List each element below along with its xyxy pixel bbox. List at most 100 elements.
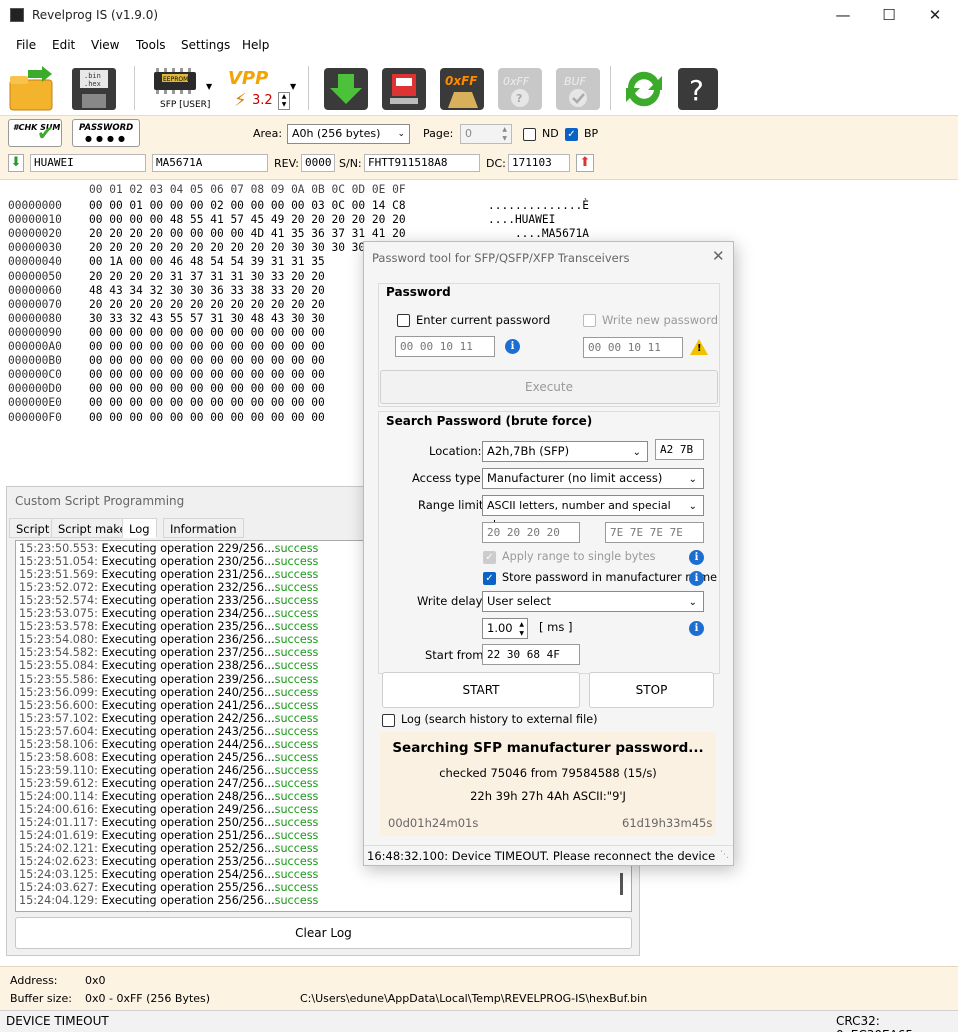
rev-field[interactable]: 0000 [301, 154, 335, 172]
hex-bytes[interactable]: 00 00 00 00 00 00 00 00 00 00 00 00 [89, 354, 325, 367]
menu-settings[interactable]: Settings [174, 35, 237, 52]
program-button[interactable] [380, 66, 428, 112]
stop-button[interactable]: STOP [589, 672, 714, 708]
log-status: success [274, 594, 319, 608]
hex-ascii[interactable]: ....HUAWEI [488, 213, 555, 226]
part-number-field[interactable]: MA5671A [152, 154, 268, 172]
menu-view[interactable]: View [84, 35, 126, 52]
enter-current-password-checkbox[interactable] [397, 314, 410, 327]
start-from-field[interactable]: 22 30 68 4F [482, 644, 580, 665]
hex-bytes[interactable]: 48 43 34 32 30 30 36 33 38 33 20 20 [89, 284, 325, 297]
log-history-checkbox[interactable] [382, 714, 395, 727]
delay-ms-spinner[interactable]: 1.00 ▲ ▼ [482, 618, 528, 639]
upload-arrow-icon[interactable]: ⬆ [576, 154, 594, 172]
hex-bytes[interactable]: 00 00 00 00 00 00 00 00 00 00 00 00 [89, 368, 325, 381]
execute-button[interactable]: Execute [380, 370, 718, 404]
area-select[interactable]: A0h (256 bytes) ⌄ [287, 124, 410, 144]
info-icon[interactable]: i [689, 571, 704, 586]
hex-bytes[interactable]: 00 00 00 00 00 00 00 00 00 00 00 00 [89, 411, 325, 424]
hex-ascii[interactable]: ....MA5671A [488, 227, 589, 240]
log-message: Executing operation 251/256... [97, 829, 275, 843]
log-timestamp: 15:23:57.102: [19, 711, 98, 725]
hex-bytes[interactable]: 00 00 00 00 00 00 00 00 00 00 00 00 [89, 396, 325, 409]
hex-bytes[interactable]: 30 33 32 43 55 57 31 30 48 43 30 30 [89, 312, 325, 325]
range-from-field[interactable]: 20 20 20 20 [482, 522, 580, 543]
checked-progress-text: checked 75046 from 79584588 (15/s) [439, 766, 657, 780]
location-hex-field[interactable]: A2 7B [655, 439, 704, 460]
download-arrow-icon[interactable]: ⬇ [8, 154, 24, 172]
chip-select-button[interactable]: EEPROM SFP [USER] ▼ [148, 66, 214, 112]
log-scrollbar[interactable] [620, 873, 623, 895]
svg-text:0xFF: 0xFF [503, 75, 530, 88]
range-to-field[interactable]: 7E 7E 7E 7E [605, 522, 704, 543]
date-code-field[interactable]: 171103 [508, 154, 570, 172]
blank-check-button[interactable]: 0xFF ? [496, 66, 544, 112]
access-type-select[interactable]: Manufacturer (no limit access) ⌄ [482, 468, 704, 489]
menu-tools[interactable]: Tools [129, 35, 173, 52]
hex-address: 00000020 [8, 227, 62, 241]
new-password-input[interactable]: 00 00 10 11 [583, 337, 683, 358]
sn-label: S/N: [339, 157, 362, 170]
checksum-button[interactable]: #CHK SUM ✔ [8, 119, 62, 147]
vpp-spinner[interactable]: ▲ ▼ [278, 92, 290, 110]
current-password-input[interactable]: 00 00 10 11 [395, 336, 495, 357]
page-spinner[interactable]: 0 ▲ ▼ [460, 124, 512, 144]
log-line: 15:23:58.106: Executing operation 244/25… [19, 738, 318, 751]
log-message: Executing operation 229/256... [97, 542, 275, 555]
open-file-button[interactable] [8, 66, 56, 112]
hex-address: 000000E0 [8, 396, 62, 410]
resize-grip-icon[interactable]: ⋱ [720, 850, 729, 860]
hex-address: 000000B0 [8, 354, 62, 368]
close-button[interactable]: ✕ [912, 0, 958, 32]
close-icon[interactable]: ✕ [712, 247, 725, 265]
warning-mark: ! [697, 343, 702, 354]
location-select[interactable]: A2h,7Bh (SFP) ⌄ [482, 441, 648, 462]
hex-bytes[interactable]: 20 20 20 20 31 37 31 31 30 33 20 20 [89, 270, 325, 283]
vpp-button[interactable]: VPP ⚡ 3.2 ▲ ▼ ▼ [226, 66, 298, 112]
info-icon[interactable]: i [689, 621, 704, 636]
hex-bytes[interactable]: 00 1A 00 00 46 48 54 54 39 31 31 35 [89, 255, 325, 268]
bp-checkbox[interactable]: ✓ [565, 128, 578, 141]
serial-number-field[interactable]: FHTT911518A8 [364, 154, 480, 172]
apply-range-checkbox[interactable]: ✓ [483, 551, 496, 564]
range-limit-select[interactable]: ASCII letters, number and special chars⌄ [482, 495, 704, 531]
start-button[interactable]: START [382, 672, 580, 708]
write-delay-select[interactable]: User select ⌄ [482, 591, 704, 612]
menu-help[interactable]: Help [235, 35, 276, 52]
info-icon[interactable]: i [505, 339, 520, 354]
nd-checkbox[interactable] [523, 128, 536, 141]
help-button[interactable]: ? [674, 66, 722, 112]
erase-button[interactable]: 0xFF [438, 66, 486, 112]
save-file-button[interactable]: .bin .hex [70, 66, 118, 112]
hex-bytes[interactable]: 00 00 00 00 00 00 00 00 00 00 00 00 [89, 340, 325, 353]
write-new-password-checkbox[interactable] [583, 314, 596, 327]
hex-bytes[interactable]: 20 20 20 20 20 20 20 20 20 20 30 30 30 3… [89, 241, 365, 254]
hex-bytes[interactable]: 00 00 00 00 48 55 41 57 45 49 20 20 20 2… [89, 213, 406, 226]
verify-button[interactable]: BUF [554, 66, 602, 112]
store-password-checkbox[interactable]: ✓ [483, 572, 496, 585]
read-button[interactable] [322, 66, 370, 112]
tab-script[interactable]: Script [9, 518, 57, 538]
elapsed-time: 00d01h24m01s [388, 816, 479, 830]
log-message: Executing operation 244/256... [97, 737, 275, 751]
hex-bytes[interactable]: 20 20 20 20 20 20 20 20 20 20 20 20 [89, 298, 325, 311]
log-message: Executing operation 232/256... [97, 581, 275, 595]
swap-button[interactable] [620, 66, 668, 112]
hex-bytes[interactable]: 20 20 20 20 00 00 00 00 4D 41 35 36 37 3… [89, 227, 406, 240]
maximize-button[interactable]: ☐ [866, 0, 912, 32]
minimize-button[interactable]: — [820, 0, 866, 32]
hex-bytes[interactable]: 00 00 01 00 00 00 02 00 00 00 00 03 0C 0… [89, 199, 406, 212]
hex-bytes[interactable]: 00 00 00 00 00 00 00 00 00 00 00 00 [89, 382, 325, 395]
hex-ascii[interactable]: ..............È [488, 199, 589, 212]
clear-log-button[interactable]: Clear Log [15, 917, 632, 949]
log-line: 15:23:51.569: Executing operation 231/25… [19, 568, 318, 581]
menu-file[interactable]: File [9, 35, 43, 52]
tab-information[interactable]: Information [163, 518, 244, 538]
info-icon[interactable]: i [689, 550, 704, 565]
log-timestamp: 15:23:51.569: [19, 568, 98, 582]
hex-bytes[interactable]: 00 00 00 00 00 00 00 00 00 00 00 00 [89, 326, 325, 339]
tab-log[interactable]: Log [122, 518, 157, 538]
vendor-field[interactable]: HUAWEI [30, 154, 146, 172]
menu-edit[interactable]: Edit [45, 35, 82, 52]
password-button[interactable]: PASSWORD ●●●● [72, 119, 140, 147]
